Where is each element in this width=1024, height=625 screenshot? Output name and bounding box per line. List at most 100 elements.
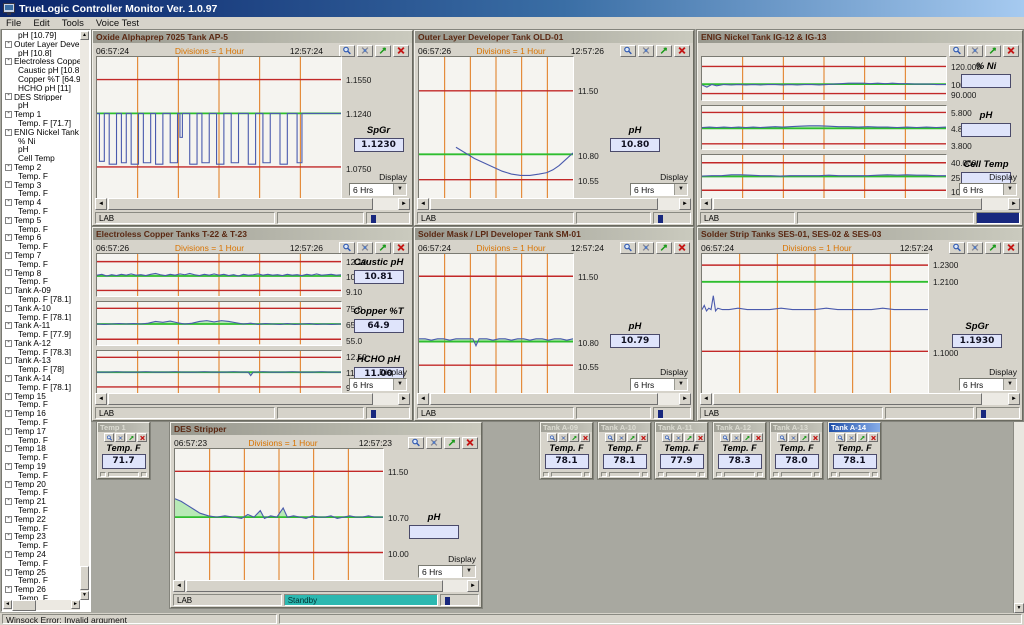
tree-item[interactable]: pH: [3, 101, 80, 110]
tree-item[interactable]: -Temp 17: [3, 427, 80, 436]
tree-item[interactable]: -Temp 23: [3, 532, 80, 541]
chart-tools-button[interactable]: [967, 45, 983, 57]
chart-tools-button[interactable]: [846, 433, 856, 442]
readout-value[interactable]: 64.9: [354, 319, 404, 333]
scrollbar-thumb[interactable]: [108, 198, 373, 210]
scrollbar-thumb[interactable]: [186, 580, 443, 592]
trend-pen-button[interactable]: [375, 242, 391, 254]
tree-expand-box[interactable]: -: [5, 199, 12, 206]
tree-item[interactable]: pH [10.8]: [3, 49, 80, 58]
scroll-left-icon[interactable]: ◄: [95, 198, 107, 210]
tree-expand-box[interactable]: -: [5, 234, 12, 241]
scroll-right-icon[interactable]: ►: [398, 393, 410, 405]
tree-item[interactable]: -Temp 20: [3, 480, 80, 489]
scroll-right-icon[interactable]: ►: [679, 393, 691, 405]
close-button[interactable]: [580, 433, 590, 442]
zoom-button[interactable]: [620, 45, 636, 57]
close-button[interactable]: [393, 45, 409, 57]
scroll-up-icon[interactable]: ▲: [80, 31, 89, 40]
tree-item[interactable]: -Tank A-14: [3, 374, 80, 383]
tree-item[interactable]: pH: [3, 145, 80, 154]
scroll-down-icon[interactable]: ▼: [1014, 603, 1024, 613]
display-dropdown[interactable]: 6 Hrs▼: [349, 378, 407, 391]
tree-expand-box[interactable]: -: [5, 445, 12, 452]
tree-item[interactable]: -Temp 25: [3, 568, 80, 577]
mini-panel-titlebar[interactable]: Tank A-10: [599, 423, 650, 432]
scroll-down-icon[interactable]: ▼: [80, 591, 89, 600]
temp-value[interactable]: 78.1: [833, 454, 877, 469]
zoom-button[interactable]: [605, 433, 615, 442]
close-button[interactable]: [1003, 242, 1019, 254]
trend-pen-button[interactable]: [126, 433, 136, 442]
tree-item[interactable]: Temp. F: [3, 559, 80, 568]
scrollbar-track[interactable]: [185, 580, 467, 592]
chevron-down-icon[interactable]: ▼: [674, 184, 687, 195]
tree-expand-box[interactable]: -: [5, 551, 12, 558]
chart-tools-button[interactable]: [616, 433, 626, 442]
tree-expand-box[interactable]: -: [5, 393, 12, 400]
zoom-button[interactable]: [949, 242, 965, 254]
tree-item[interactable]: Caustic pH [10.81: [3, 66, 80, 75]
tree-item[interactable]: Temp. F: [3, 225, 80, 234]
tree-item[interactable]: -Electroless Copper Ta: [3, 57, 80, 66]
tree-expand-box[interactable]: -: [5, 375, 12, 382]
panel-titlebar[interactable]: Solder Strip Tanks SES-01, SES-02 & SES-…: [698, 228, 1022, 240]
zoom-button[interactable]: [662, 433, 672, 442]
mini-panel-titlebar[interactable]: Tank A-12: [714, 423, 765, 432]
trend-pen-button[interactable]: [627, 433, 637, 442]
temp-value[interactable]: 78.1: [603, 454, 647, 469]
menu-tools[interactable]: Tools: [56, 18, 90, 29]
tree-item[interactable]: Temp. F: [3, 260, 80, 269]
zoom-button[interactable]: [720, 433, 730, 442]
scroll-left-icon[interactable]: ◄: [95, 393, 107, 405]
chart-tools-button[interactable]: [115, 433, 125, 442]
tree-vscrollbar[interactable]: ▲ ▼: [80, 31, 89, 600]
tree-item[interactable]: -Temp 2: [3, 163, 80, 172]
temp-value[interactable]: 78.0: [775, 454, 819, 469]
tree-item[interactable]: -Tank A-11: [3, 321, 80, 330]
zoom-button[interactable]: [620, 242, 636, 254]
scroll-left-icon[interactable]: ◄: [173, 580, 185, 592]
tree-item[interactable]: -Temp 4: [3, 198, 80, 207]
chevron-down-icon[interactable]: ▼: [1003, 184, 1016, 195]
chart-tools-button[interactable]: [638, 242, 654, 254]
readout-value[interactable]: 1.1930: [952, 334, 1002, 348]
chart-hscrollbar[interactable]: ◄►: [95, 393, 410, 405]
scrollbar-track[interactable]: [429, 198, 679, 210]
tree-item[interactable]: Temp. F: [3, 471, 80, 480]
close-button[interactable]: [810, 433, 820, 442]
scroll-left-icon[interactable]: ◄: [3, 600, 12, 609]
mini-panel-titlebar[interactable]: Tank A-13: [771, 423, 822, 432]
tree-item[interactable]: -Temp 16: [3, 409, 80, 418]
tree-item[interactable]: -Temp 3: [3, 181, 80, 190]
close-button[interactable]: [868, 433, 878, 442]
chevron-down-icon[interactable]: ▼: [462, 566, 475, 577]
tree-item[interactable]: -Temp 22: [3, 515, 80, 524]
scroll-left-icon[interactable]: ◄: [700, 198, 712, 210]
chart-tools-button[interactable]: [426, 437, 442, 449]
tree-item[interactable]: Temp. F [78.3]: [3, 348, 80, 357]
zoom-button[interactable]: [835, 433, 845, 442]
tree-item[interactable]: pH [10.79]: [3, 31, 80, 40]
scroll-left-icon[interactable]: ◄: [417, 198, 429, 210]
temp-value[interactable]: 78.3: [718, 454, 762, 469]
tree-expand-box[interactable]: -: [5, 586, 12, 593]
tree-item[interactable]: -Temp 6: [3, 233, 80, 242]
close-button[interactable]: [674, 242, 690, 254]
close-button[interactable]: [674, 45, 690, 57]
tree-item[interactable]: Temp. F [78.1]: [3, 313, 80, 322]
tree-item[interactable]: -Outer Layer Develope: [3, 40, 80, 49]
scroll-right-icon[interactable]: ►: [398, 198, 410, 210]
tree-expand-box[interactable]: -: [5, 498, 12, 505]
zoom-button[interactable]: [949, 45, 965, 57]
close-button[interactable]: [462, 437, 478, 449]
tree-item[interactable]: -Temp 26: [3, 585, 80, 594]
tree-item[interactable]: -Tank A-10: [3, 304, 80, 313]
scrollbar-track[interactable]: [712, 198, 1008, 210]
temp-value[interactable]: 78.1: [545, 454, 589, 469]
zoom-button[interactable]: [777, 433, 787, 442]
chart-hscrollbar[interactable]: ◄►: [95, 198, 410, 210]
tree-expand-box[interactable]: -: [5, 569, 12, 576]
trend-pen-button[interactable]: [444, 437, 460, 449]
scrollbar-thumb[interactable]: [430, 198, 658, 210]
